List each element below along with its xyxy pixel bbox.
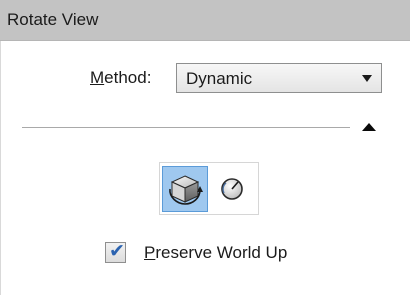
checkmark-icon: ✔: [109, 240, 125, 262]
rotation-mode-toolbar: [159, 162, 259, 215]
dynamic-rotation-button[interactable]: [162, 166, 208, 212]
rotate-view-panel: Rotate View Method: Dynamic ✔ Preserve W…: [0, 0, 410, 295]
triangle-up-icon: [362, 123, 376, 131]
dropdown-arrow-icon: [362, 75, 372, 82]
angle-dial-icon: [221, 178, 243, 200]
panel-title: Rotate View: [7, 10, 99, 29]
preserve-world-up-label[interactable]: Preserve World Up: [144, 243, 287, 263]
angle-rotation-button[interactable]: [210, 166, 256, 212]
method-dropdown[interactable]: Dynamic: [176, 63, 382, 93]
method-label: Method:: [90, 68, 151, 88]
panel-left-border: [0, 41, 1, 295]
method-label-rest: ethod:: [104, 68, 152, 87]
method-label-mnemonic: M: [90, 68, 105, 87]
method-dropdown-value: Dynamic: [186, 69, 253, 88]
panel-title-bar[interactable]: Rotate View: [0, 0, 410, 41]
rotating-cube-icon: [169, 175, 203, 205]
collapse-section-button[interactable]: [360, 120, 378, 134]
preserve-world-up-mnemonic: P: [144, 243, 156, 262]
preserve-world-up-checkbox[interactable]: ✔: [105, 240, 126, 263]
preserve-world-up-label-rest: reserve World Up: [155, 243, 288, 262]
section-divider: [22, 127, 350, 128]
